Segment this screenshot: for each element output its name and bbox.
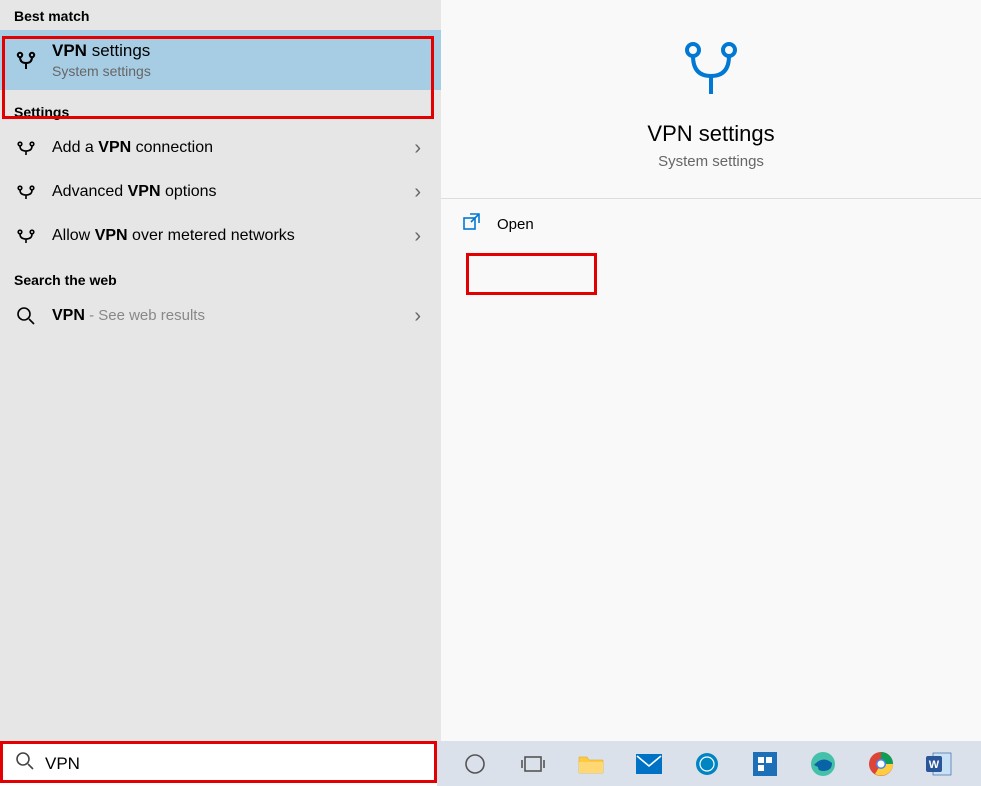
task-view-icon[interactable]: [511, 744, 555, 784]
open-button[interactable]: Open: [441, 199, 981, 250]
vpn-icon: [14, 180, 38, 204]
search-box[interactable]: [0, 741, 437, 786]
mail-icon[interactable]: [627, 744, 671, 784]
result-advanced-vpn-options[interactable]: Advanced VPN options ›: [0, 170, 441, 214]
svg-text:W: W: [929, 759, 940, 771]
chrome-icon[interactable]: [859, 744, 903, 784]
result-vpn-settings[interactable]: VPN settings System settings: [0, 30, 441, 90]
search-icon: [15, 751, 35, 776]
result-subtitle: System settings: [52, 62, 427, 80]
search-input[interactable]: [45, 754, 422, 774]
search-icon: [14, 304, 38, 328]
vpn-icon: [14, 136, 38, 160]
open-label: Open: [497, 216, 534, 233]
result-allow-vpn-metered[interactable]: Allow VPN over metered networks ›: [0, 214, 441, 258]
chevron-right-icon: ›: [414, 137, 421, 160]
chevron-right-icon: ›: [414, 305, 421, 328]
result-title: VPN settings: [52, 40, 427, 62]
preview-title: VPN settings: [647, 121, 774, 147]
vpn-large-icon: [676, 40, 746, 101]
edge-icon[interactable]: [801, 744, 845, 784]
chevron-right-icon: ›: [414, 225, 421, 248]
vpn-icon: [14, 224, 38, 248]
result-title: Allow VPN over metered networks: [52, 226, 414, 247]
chevron-right-icon: ›: [414, 181, 421, 204]
result-title: Advanced VPN options: [52, 182, 414, 203]
preview-panel: VPN settings System settings Open: [441, 0, 981, 741]
dell-icon[interactable]: [685, 744, 729, 784]
vpn-icon: [14, 48, 38, 72]
file-explorer-icon[interactable]: [569, 744, 613, 784]
open-icon: [463, 213, 481, 236]
section-settings: Settings: [0, 90, 441, 126]
result-title: Add a VPN connection: [52, 138, 414, 159]
section-search-web: Search the web: [0, 258, 441, 294]
preview-subtitle: System settings: [658, 153, 764, 170]
result-add-vpn-connection[interactable]: Add a VPN connection ›: [0, 126, 441, 170]
result-title: VPN - See web results: [52, 306, 414, 327]
search-results-panel: Best match VPN settings System settings …: [0, 0, 441, 741]
app-icon[interactable]: [743, 744, 787, 784]
cortana-icon[interactable]: [453, 744, 497, 784]
word-icon[interactable]: W: [917, 744, 961, 784]
result-vpn-web[interactable]: VPN - See web results ›: [0, 294, 441, 338]
taskbar: W: [0, 741, 981, 786]
section-best-match: Best match: [0, 0, 441, 30]
